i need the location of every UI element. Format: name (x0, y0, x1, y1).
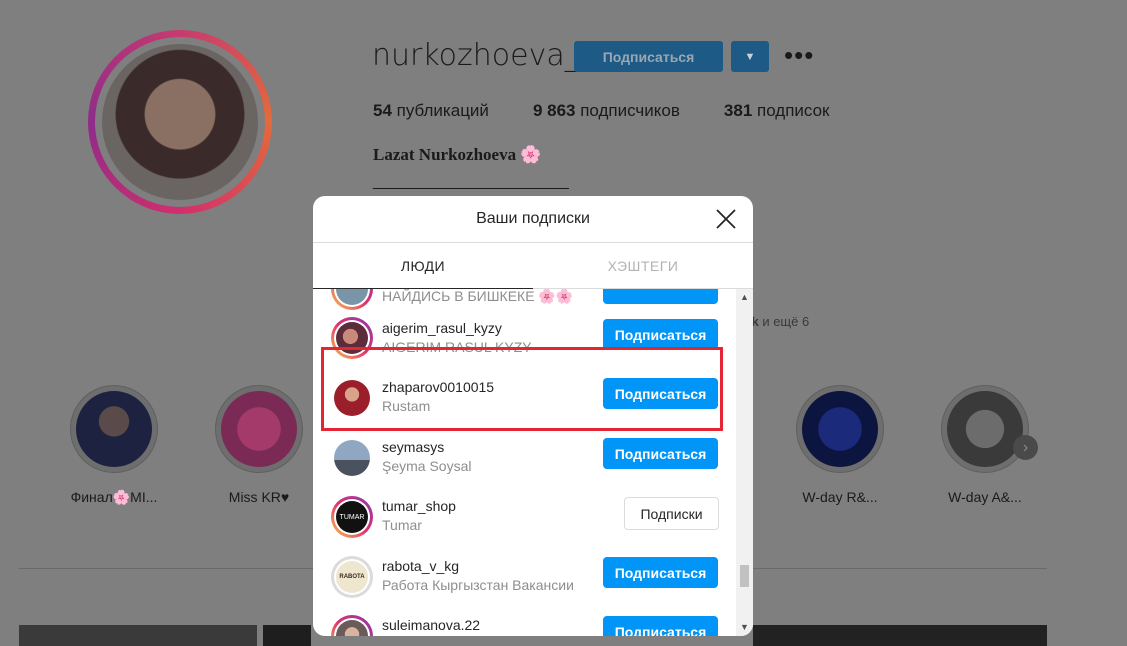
highlight-ring (941, 385, 1029, 473)
highlight-ring (796, 385, 884, 473)
highlight-label: Miss KR♥ (228, 489, 290, 505)
chevron-down-icon[interactable]: ▼ (731, 41, 769, 72)
highlight-annotation-box (321, 347, 723, 431)
list-item: seymasys Şeyma Soysal Подписаться (313, 428, 735, 487)
story-highlight[interactable]: W-day R&... (795, 385, 885, 505)
avatar-photo (102, 44, 258, 200)
profile-username: nurkozhoeva_ (372, 38, 580, 73)
list-item-subtitle: НАЙДИСЬ В БИШКЕКЕ 🌸🌸 (382, 289, 574, 304)
profile-stats: 54 публикаций 9 863 подписчиков 381 подп… (373, 101, 874, 121)
story-highlight[interactable]: Miss KR♥ (214, 385, 304, 505)
list-item: suleimanova.22 Подписаться (313, 606, 735, 636)
followed-by-rest: и ещё 6 (758, 314, 810, 329)
avatar-inner: RABOTA (334, 559, 370, 595)
follow-button[interactable]: Подписаться (603, 438, 718, 469)
tab-hashtags[interactable]: ХЭШТЕГИ (533, 243, 753, 288)
list-item: RABOTA rabota_v_kg Работа Кыргызстан Вак… (313, 547, 735, 606)
close-icon[interactable] (713, 206, 739, 232)
highlight-image (76, 391, 152, 467)
profile-bio: ______________________ (373, 173, 569, 190)
list-item-username[interactable]: seymasys (382, 439, 444, 455)
avatar[interactable]: TUMAR (331, 496, 373, 538)
scroll-down-icon[interactable]: ▼ (740, 622, 749, 632)
stat-count: 381 (723, 101, 753, 120)
scrollbar[interactable]: ▲ ▼ (736, 289, 753, 636)
highlight-ring (215, 385, 303, 473)
highlight-label: W-day R&... (802, 489, 878, 505)
follow-button[interactable]: Подписаться (574, 41, 723, 72)
post-thumbnail[interactable] (263, 625, 311, 646)
avatar-inner (334, 618, 370, 636)
avatar[interactable] (331, 289, 373, 310)
list-item-subtitle: Работа Кыргызстан Вакансии (382, 577, 574, 593)
avatar-inner (334, 289, 370, 307)
more-options-icon[interactable]: ••• (784, 40, 814, 71)
profile-full-name: Lazat Nurkozhoeva 🌸 (373, 145, 542, 164)
follow-button[interactable]: Подписаться (603, 319, 718, 350)
stat-following[interactable]: 381 подписок (724, 101, 830, 121)
following-button[interactable]: Подписки (624, 497, 719, 530)
avatar-photo (336, 620, 368, 636)
highlight-label: W-day A&... (948, 489, 1022, 505)
list-item-username[interactable]: aigerim_rasul_kyzy (382, 320, 502, 336)
avatar-photo (334, 440, 370, 476)
story-highlight[interactable]: Финал🌸MI... (69, 385, 159, 506)
follow-button[interactable]: Подписаться (603, 557, 718, 588)
follow-button[interactable] (603, 289, 718, 304)
avatar-logo-text: TUMAR (336, 501, 368, 533)
follow-button[interactable]: Подписаться (603, 616, 718, 636)
profile-avatar[interactable] (88, 30, 272, 214)
avatar-inner: TUMAR (334, 499, 370, 535)
avatar[interactable] (331, 615, 373, 636)
list-item: TUMAR tumar_shop Tumar Подписки (313, 487, 735, 546)
highlights-next-icon[interactable]: › (1013, 435, 1038, 460)
tab-people[interactable]: ЛЮДИ (313, 243, 533, 289)
highlight-image (221, 391, 297, 467)
modal-header: Ваши подписки (313, 196, 753, 243)
stat-posts: 54 публикаций (373, 101, 489, 121)
modal-title: Ваши подписки (476, 210, 590, 227)
avatar[interactable]: RABOTA (331, 556, 373, 598)
stat-label: публикаций (391, 101, 489, 120)
avatar-logo-text: RABOTA (336, 561, 368, 593)
list-item-username[interactable]: suleimanova.22 (382, 617, 480, 633)
following-list[interactable]: НАЙДИСЬ В БИШКЕКЕ 🌸🌸 aigerim_rasul_kyzy … (313, 289, 753, 636)
list-item-username[interactable]: tumar_shop (382, 498, 456, 514)
highlight-ring (70, 385, 158, 473)
highlight-label: Финал🌸MI... (70, 489, 158, 505)
list-item-username[interactable]: rabota_v_kg (382, 558, 459, 574)
highlight-image (947, 391, 1023, 467)
avatar-photo (336, 289, 368, 305)
post-thumbnail[interactable] (753, 625, 1047, 646)
avatar[interactable] (331, 437, 373, 479)
scroll-thumb[interactable] (740, 565, 749, 587)
modal-tabs: ЛЮДИ ХЭШТЕГИ (313, 243, 753, 289)
scroll-up-icon[interactable]: ▲ (740, 292, 749, 302)
list-item-subtitle: Tumar (382, 517, 422, 533)
highlight-image (802, 391, 878, 467)
stat-count: 54 (373, 101, 392, 120)
stat-label: подписок (752, 101, 830, 120)
avatar-inner (331, 437, 373, 479)
avatar-inner (95, 37, 265, 207)
post-thumbnail[interactable] (19, 625, 257, 646)
stat-label: подписчиков (575, 101, 680, 120)
list-item-subtitle: Şeyma Soysal (382, 458, 472, 474)
stat-followers[interactable]: 9 863 подписчиков (533, 101, 680, 121)
stat-count: 9 863 (532, 101, 576, 120)
